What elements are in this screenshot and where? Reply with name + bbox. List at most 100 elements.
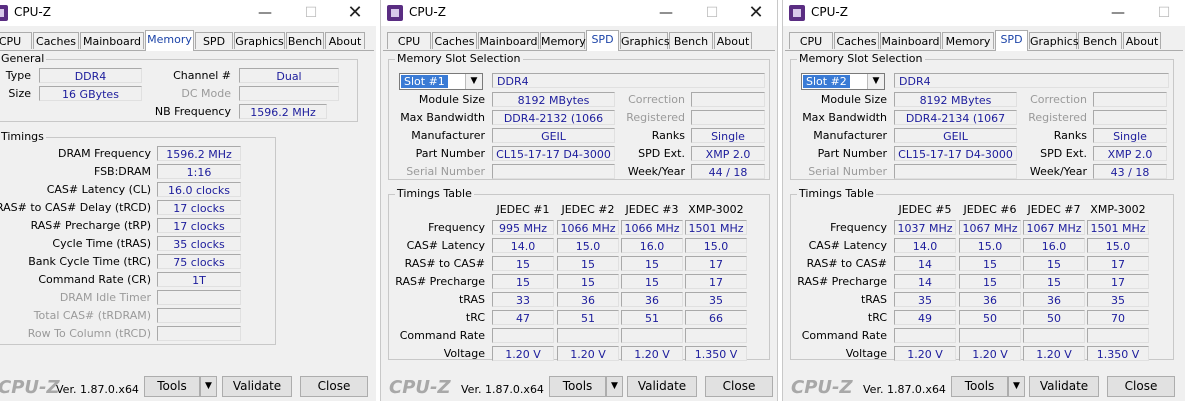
cell-ras-to-cas: 15 — [1023, 256, 1085, 271]
cell-command-rate — [621, 328, 683, 343]
cell-trc: 50 — [1023, 310, 1085, 325]
close-button[interactable]: Close — [705, 376, 773, 397]
cell-frequency: 1067 MHz — [959, 220, 1021, 235]
tab-about[interactable]: About — [1123, 32, 1161, 49]
cell-cas-latency: 15.0 — [959, 238, 1021, 253]
slot-label-week-year: Week/Year — [1029, 165, 1087, 178]
slot-value-week-year: 43 / 18 — [1093, 164, 1167, 179]
timing-label-cas-latency-cl: CAS# Latency (CL) — [46, 183, 151, 196]
timings-table-group-title: Timings Table — [395, 187, 474, 201]
close-window-button[interactable]: ✕ — [741, 2, 771, 24]
tab-cpu[interactable]: CPU — [387, 32, 431, 49]
validate-button[interactable]: Validate — [222, 376, 292, 397]
tab-about[interactable]: About — [325, 32, 365, 49]
slot-type-value: DDR4 — [894, 73, 1169, 88]
tab-bench[interactable]: Bench — [1078, 32, 1122, 49]
tab-cpu[interactable]: CPU — [789, 32, 833, 49]
slot-select[interactable]: Slot #1 ▼ — [399, 73, 483, 90]
timing-label-dram-frequency: DRAM Frequency — [57, 147, 151, 160]
tab-graphics[interactable]: Graphics — [620, 32, 670, 49]
tab-graphics[interactable]: Graphics — [1029, 32, 1079, 49]
tab-bar: CPU Caches Mainboard Memory SPD Graphics Bench… — [383, 30, 775, 51]
minimize-button[interactable]: — — [250, 2, 280, 24]
tools-button[interactable]: Tools — [951, 376, 1008, 397]
validate-button[interactable]: Validate — [627, 376, 697, 397]
tab-bench[interactable]: Bench — [286, 32, 324, 49]
slot-label-part-number: Part Number — [415, 147, 485, 160]
tools-button[interactable]: Tools — [144, 376, 200, 397]
slot-value-serial-number — [492, 164, 615, 179]
tab-spd[interactable]: SPD — [586, 30, 619, 51]
slot-value-registered — [1093, 110, 1167, 125]
tab-spd[interactable]: SPD — [995, 30, 1028, 51]
cell-command-rate — [1087, 328, 1149, 343]
row-label-voltage: Voltage — [845, 347, 887, 360]
tab-spd[interactable]: SPD — [195, 32, 233, 49]
cell-ras-precharge: 15 — [1023, 274, 1085, 289]
version-text: Ver. 1.87.0.x64 — [863, 383, 946, 396]
cell-trc: 51 — [557, 310, 619, 325]
tab-cpu[interactable]: CPU — [0, 32, 32, 49]
cell-frequency: 1037 MHz — [894, 220, 956, 235]
timing-value-dram-idle-timer — [157, 290, 241, 305]
title-bar: CPU-Z — ☐ ✕ — [381, 0, 777, 26]
channel-label: Channel # — [173, 69, 231, 82]
close-button[interactable]: Close — [300, 376, 368, 397]
slot-value-ranks: Single — [1093, 128, 1167, 143]
tab-caches[interactable]: Caches — [834, 32, 879, 49]
minimize-button[interactable]: — — [651, 2, 681, 24]
tools-dropdown-arrow[interactable]: ▼ — [200, 376, 217, 397]
maximize-button[interactable]: ☐ — [697, 2, 727, 24]
slot-label-spd-ext: SPD Ext. — [1040, 147, 1087, 160]
timings-table-group: Timings Table JEDEC #1 JEDEC #2 JEDEC #3 XM… — [388, 187, 770, 361]
tab-memory[interactable]: Memory — [942, 32, 994, 49]
tools-dropdown-arrow[interactable]: ▼ — [606, 376, 623, 397]
cpuz-logo: CPU-Z — [389, 377, 451, 398]
close-window-button[interactable]: ✕ — [340, 2, 370, 24]
column-header-xmp-3002: XMP-3002 — [688, 203, 744, 216]
cell-voltage: 1.20 V — [959, 346, 1021, 361]
tab-graphics[interactable]: Graphics — [234, 32, 285, 49]
slot-label-manufacturer: Manufacturer — [813, 129, 887, 142]
general-group: General Type DDR4 Size 16 GBytes Channel… — [0, 52, 358, 122]
tab-memory[interactable]: Memory — [145, 30, 194, 51]
timing-label-dram-idle-timer: DRAM Idle Timer — [59, 291, 151, 304]
tab-mainboard[interactable]: Mainboard — [80, 32, 144, 49]
footer: CPU-Z Ver. 1.87.0.x64 Tools ▼ Validate C… — [0, 372, 376, 400]
cell-frequency: 1067 MHz — [1023, 220, 1085, 235]
tab-memory[interactable]: Memory — [540, 32, 586, 49]
timing-value-ras-to-cas-delay-trcd: 17 clocks — [157, 200, 241, 215]
cpuz-window-spd-slot1: CPU-Z — ☐ ✕ CPU Caches Mainboard Memory SPD G… — [380, 0, 778, 401]
type-value: DDR4 — [39, 68, 142, 83]
cell-ras-precharge: 17 — [685, 274, 747, 289]
slot-select[interactable]: Slot #2 ▼ — [801, 73, 885, 90]
tab-caches[interactable]: Caches — [33, 32, 79, 49]
tab-caches[interactable]: Caches — [432, 32, 477, 49]
tools-dropdown-arrow[interactable]: ▼ — [1008, 376, 1025, 397]
column-header-jedec-2: JEDEC #2 — [561, 203, 615, 216]
validate-button[interactable]: Validate — [1029, 376, 1099, 397]
slot-label-spd-ext: SPD Ext. — [638, 147, 685, 160]
nbfreq-value: 1596.2 MHz — [239, 104, 327, 119]
minimize-button[interactable]: — — [1103, 2, 1133, 24]
dcmode-label: DC Mode — [181, 87, 231, 100]
cell-command-rate — [1023, 328, 1085, 343]
close-button[interactable]: Close — [1107, 376, 1175, 397]
cell-ras-to-cas: 14 — [894, 256, 956, 271]
cell-trc: 66 — [685, 310, 747, 325]
version-text: Ver. 1.87.0.x64 — [56, 383, 139, 396]
tab-mainboard[interactable]: Mainboard — [880, 32, 941, 49]
size-label: Size — [8, 87, 31, 100]
tab-bench[interactable]: Bench — [669, 32, 713, 49]
tab-about[interactable]: About — [714, 32, 752, 49]
maximize-button[interactable]: ☐ — [296, 2, 326, 24]
slot-select-value: Slot #2 — [803, 75, 850, 88]
timings-table-group: Timings Table JEDEC #5 JEDEC #6 JEDEC #7 XM… — [790, 187, 1174, 361]
cell-frequency: 1066 MHz — [557, 220, 619, 235]
maximize-button[interactable]: ☐ — [1149, 2, 1179, 24]
tools-button[interactable]: Tools — [549, 376, 606, 397]
slot-value-module-size: 8192 MBytes — [894, 92, 1017, 107]
cell-frequency: 1501 MHz — [685, 220, 747, 235]
slot-label-registered: Registered — [626, 111, 685, 124]
tab-mainboard[interactable]: Mainboard — [478, 32, 539, 49]
